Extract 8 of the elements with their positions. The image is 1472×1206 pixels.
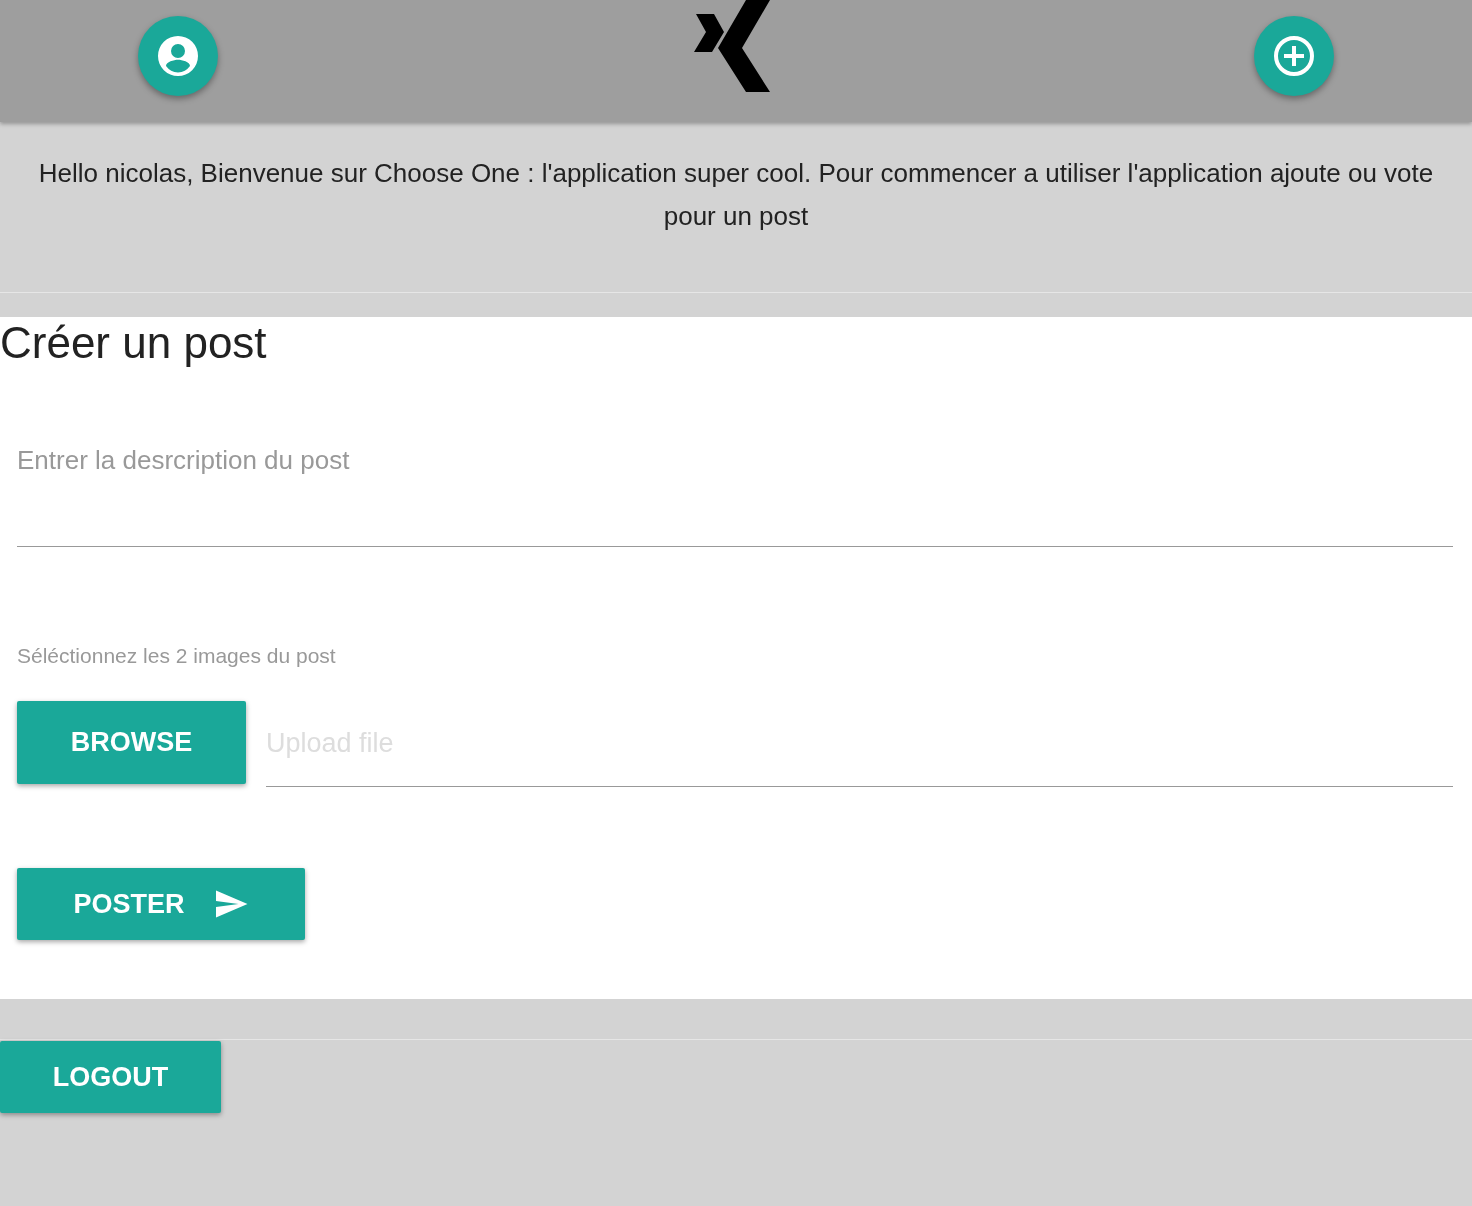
logout-button[interactable]: LOGOUT <box>0 1041 221 1113</box>
account-button[interactable] <box>138 16 218 96</box>
welcome-message: Hello nicolas, Bienvenue sur Choose One : l'application super cool. Pour commencer a utiliser l'application ajoute ou vote pour un post <box>37 157 1435 233</box>
add-button[interactable] <box>1254 16 1334 96</box>
browse-button[interactable]: BROWSE <box>17 701 246 784</box>
poster-button[interactable]: POSTER <box>17 868 305 940</box>
form-title: Créer un post <box>0 317 267 369</box>
images-label: Séléctionnez les 2 images du post <box>17 644 336 668</box>
